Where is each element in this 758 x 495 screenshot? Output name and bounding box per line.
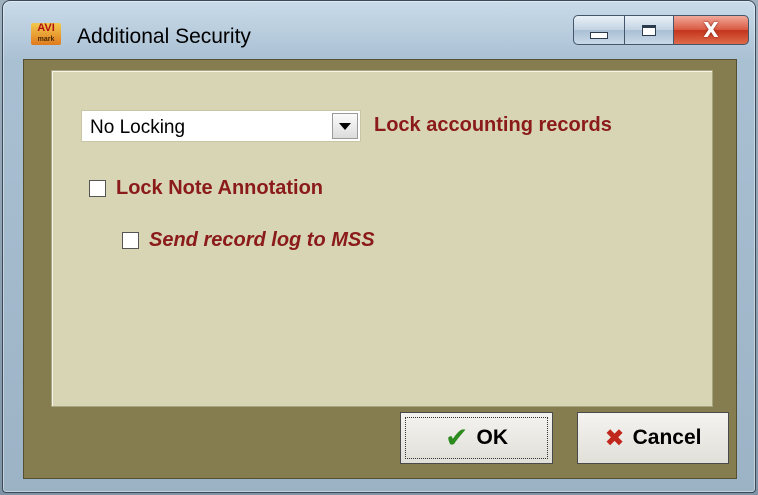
maximize-button[interactable] bbox=[624, 15, 674, 45]
minimize-icon bbox=[590, 31, 608, 39]
lock-accounting-select[interactable]: No Locking bbox=[81, 110, 361, 142]
cancel-button-label: Cancel bbox=[632, 426, 702, 449]
lock-note-annotation-label[interactable]: Lock Note Annotation bbox=[116, 177, 323, 200]
close-button[interactable]: X bbox=[673, 15, 749, 45]
cancel-button[interactable]: ✖ Cancel bbox=[577, 412, 729, 464]
ok-button-label: OK bbox=[476, 426, 508, 449]
window-title: Additional Security bbox=[77, 25, 251, 48]
lock-note-annotation-checkbox[interactable] bbox=[89, 180, 106, 197]
settings-panel: No Locking Lock accounting records Lock … bbox=[51, 70, 713, 407]
lock-accounting-select-value: No Locking bbox=[90, 117, 186, 138]
dialog-window: AVI mark Additional Security X No Lockin… bbox=[2, 0, 756, 493]
minimize-button[interactable] bbox=[573, 15, 625, 45]
lock-accounting-label: Lock accounting records bbox=[374, 114, 612, 136]
close-icon: X bbox=[703, 18, 719, 42]
app-logo-text-top: AVI bbox=[37, 22, 55, 34]
maximize-icon bbox=[642, 24, 656, 36]
chevron-down-icon bbox=[339, 122, 351, 130]
dialog-body: No Locking Lock accounting records Lock … bbox=[23, 59, 737, 479]
send-record-log-label[interactable]: Send record log to MSS bbox=[149, 229, 375, 252]
ok-button[interactable]: ✔ OK bbox=[400, 412, 553, 464]
x-icon: ✖ bbox=[604, 424, 625, 452]
app-logo-text-bottom: mark bbox=[37, 36, 55, 43]
checkmark-icon: ✔ bbox=[445, 421, 469, 454]
app-logo-icon: AVI mark bbox=[31, 23, 61, 45]
title-bar[interactable]: AVI mark Additional Security X bbox=[3, 1, 755, 57]
dropdown-arrow-button[interactable] bbox=[332, 113, 358, 139]
send-record-log-checkbox[interactable] bbox=[122, 232, 139, 249]
